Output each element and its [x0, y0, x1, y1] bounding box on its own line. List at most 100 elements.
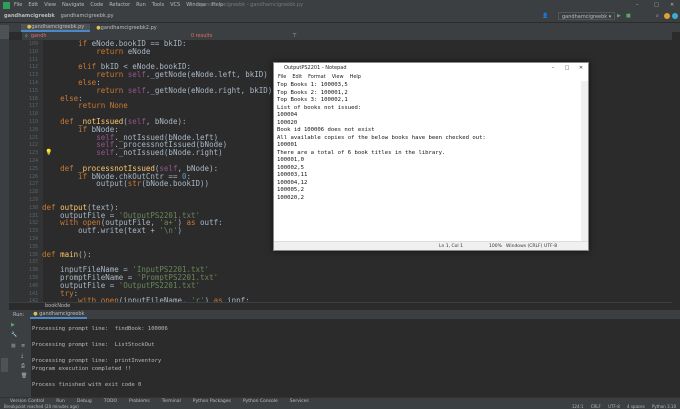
notepad-minimize-button[interactable]: – — [546, 65, 560, 71]
left-tool-strip — [0, 23, 9, 399]
python-interpreter[interactable]: Python 3.10 — [652, 404, 676, 409]
menu-file[interactable]: File — [14, 2, 22, 8]
line-number: 123 — [28, 150, 38, 157]
editor-tab-label: gandhamcigreebk.py — [31, 24, 85, 30]
menu-view[interactable]: View — [44, 2, 56, 8]
toolwindow-debug[interactable]: Debug — [77, 399, 92, 404]
project-name[interactable]: gandhamcigreebk — [4, 13, 55, 19]
status-bar: Breakpoint reached (20 minutes ago) 124:… — [0, 404, 680, 409]
line-number: 118 — [28, 111, 38, 118]
stop-icon[interactable]: ■ — [11, 343, 16, 349]
notepad-menu-view[interactable]: View — [332, 74, 344, 80]
close-button[interactable]: ✕ — [670, 2, 674, 8]
code-line: self._notIssued(bNode.right) — [42, 148, 222, 158]
code-token: , bNode): — [145, 117, 187, 126]
notepad-menu-file[interactable]: File — [278, 74, 286, 80]
toolwindow-python-packages[interactable]: Python Packages — [193, 399, 231, 404]
debug-icon[interactable]: ■ — [626, 13, 631, 19]
user-icon[interactable]: 👤 — [542, 13, 548, 19]
line-number: 141 — [28, 290, 38, 297]
minimize-button[interactable]: – — [636, 2, 639, 8]
lightbulb-icon[interactable]: 💡 — [45, 149, 52, 156]
project-tool-button[interactable] — [0, 25, 9, 39]
notepad-menu-format[interactable]: Format — [308, 74, 326, 80]
menu-refactor[interactable]: Refactor — [109, 2, 130, 8]
run-console[interactable]: Processing prompt line: findBook: 100006… — [31, 319, 680, 397]
line-number: 115 — [28, 87, 38, 94]
line-number: 129 — [28, 197, 38, 203]
toolwindow-version-control[interactable]: Version Control — [10, 399, 44, 404]
filter-icon[interactable]: ⊤ — [292, 33, 296, 39]
code-token: def — [42, 249, 56, 259]
scroll-end-icon[interactable]: ⤓ — [21, 353, 23, 359]
code-token: ._getNode(eNode.left, bkID) — [145, 70, 268, 80]
line-number: 109 — [28, 41, 38, 47]
notepad-menu-help[interactable]: Help — [350, 74, 361, 80]
rerun-icon[interactable]: ▶ — [11, 322, 15, 328]
find-input[interactable]: gandh — [31, 33, 151, 39]
python-icon: ● — [33, 310, 38, 317]
trash-icon[interactable]: 🗑 — [21, 373, 27, 379]
toolwindow-todo[interactable]: TODO — [104, 399, 117, 404]
notepad-encoding: UTF-8 — [544, 244, 558, 249]
menu-code[interactable]: Code — [90, 2, 103, 8]
settings-icon[interactable]: 🔧 — [11, 332, 17, 338]
maximize-button[interactable]: □ — [654, 2, 659, 8]
code-token: (bNode.bookID)) — [141, 179, 210, 189]
status-message[interactable]: Breakpoint reached (20 minutes ago) — [4, 404, 79, 409]
menu-edit[interactable]: Edit — [28, 2, 38, 8]
notepad-title-bar: OutputPS2201 - Notepad – □ ✕ — [274, 63, 588, 73]
code-token: '\n' — [159, 226, 178, 236]
code-token: self — [127, 70, 146, 80]
toolwindow-python-console[interactable]: Python Console — [243, 399, 278, 404]
line-number: 128 — [28, 189, 38, 196]
notepad-text-area[interactable]: Top Books 1: 100003,5 Top Books 2: 10000… — [277, 82, 577, 242]
notepad-zoom: 100% — [489, 244, 502, 249]
code-token: eNode — [123, 46, 151, 56]
print-icon[interactable]: ⎙ — [21, 363, 25, 369]
file-encoding[interactable]: UTF-8 — [608, 404, 620, 409]
toolwindow-run[interactable]: Run — [56, 399, 65, 404]
indent-setting[interactable]: 4 spaces — [627, 404, 645, 409]
notepad-maximize-button[interactable]: □ — [560, 65, 574, 71]
line-number: 117 — [28, 103, 38, 110]
menu-navigate[interactable]: Navigate — [62, 2, 84, 8]
run-config-select[interactable]: gandhamcigreebk ▾ — [558, 12, 616, 20]
menu-run[interactable]: Run — [136, 2, 146, 8]
notepad-menu-edit[interactable]: Edit — [292, 74, 302, 80]
line-number: 122 — [28, 142, 38, 149]
toolwindow-services[interactable]: Services — [290, 399, 309, 404]
search-icon[interactable]: ⌕ — [656, 13, 659, 19]
run-tab[interactable]: ● gandhamcigreebk — [30, 310, 88, 319]
line-number: 131 — [28, 212, 38, 219]
code-token: 'OutputPS2201.txt' — [118, 280, 201, 290]
toolwindow-terminal[interactable]: Terminal — [162, 399, 181, 404]
soft-wrap-icon[interactable]: ≡ — [21, 343, 25, 349]
run-config-label: gandhamcigreebk — [562, 14, 608, 20]
run-icon[interactable]: ▶ — [617, 13, 621, 19]
menu-vcs[interactable]: VCS — [170, 2, 180, 8]
notepad-scrollbar[interactable] — [581, 81, 588, 241]
cursor-position[interactable]: 124:1 — [572, 404, 584, 409]
jetbrains-icon[interactable] — [672, 13, 678, 19]
line-number: 132 — [28, 220, 38, 227]
code-token: str — [127, 179, 142, 189]
structure-tool-button[interactable] — [1, 358, 8, 372]
line-separator[interactable]: CRLF — [591, 404, 601, 409]
editor-tab[interactable]: ● gandhamcigreebk.py — [21, 24, 91, 32]
notepad-line-ending: Windows (CRLF) — [506, 244, 543, 249]
editor-tab[interactable]: ● gandhamcigreebk2.py — [90, 24, 162, 32]
code-token: self — [96, 148, 115, 158]
line-number: 110 — [28, 48, 38, 55]
notepad-close-button[interactable]: ✕ — [574, 65, 588, 71]
run-label: Run: — [13, 311, 25, 318]
notepad-window[interactable]: OutputPS2201 - Notepad – □ ✕ File Edit For… — [273, 62, 589, 251]
code-token: ) — [177, 226, 182, 236]
update-icon[interactable] — [664, 13, 670, 19]
menu-tools[interactable]: Tools — [152, 2, 164, 8]
toolwindow-problems[interactable]: Problems — [129, 399, 150, 404]
nav-file[interactable]: gandhamcigreebk.py — [61, 13, 114, 19]
breadcrumb[interactable]: bookNode — [9, 302, 672, 310]
app-logo-icon — [3, 1, 10, 9]
